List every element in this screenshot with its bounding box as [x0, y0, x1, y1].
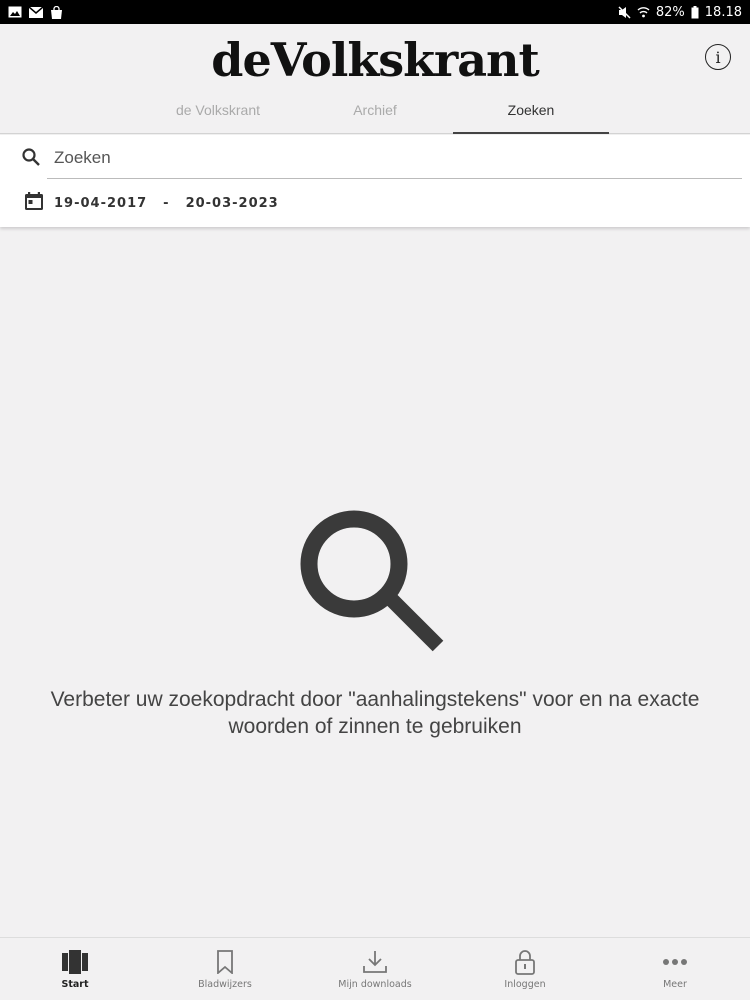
battery-icon	[691, 5, 699, 19]
nav-label-bladwijzers: Bladwijzers	[198, 979, 252, 990]
nav-label-mijn-downloads: Mijn downloads	[338, 979, 412, 990]
tab-zoeken[interactable]: Zoeken	[453, 98, 609, 134]
brand-logo: deVolkskrant	[211, 33, 539, 87]
calendar-icon	[24, 191, 44, 215]
tab-bar: de Volkskrant Archief Zoeken	[0, 98, 750, 134]
search-input[interactable]	[47, 137, 742, 179]
nav-label-meer: Meer	[663, 979, 687, 990]
date-to[interactable]: 20-03-2023	[186, 196, 279, 211]
status-bar-right: 82% 18.18	[618, 5, 742, 20]
nav-label-inloggen: Inloggen	[504, 979, 546, 990]
mute-icon	[618, 5, 631, 19]
status-bar: 82% 18.18	[0, 0, 750, 24]
battery-percent: 82%	[655, 4, 685, 20]
more-icon	[661, 948, 689, 976]
tab-archief[interactable]: Archief	[297, 98, 453, 134]
nav-label-start: Start	[61, 979, 89, 990]
download-icon	[361, 948, 389, 976]
bottom-navigation: Start Bladwijzers Mijn downloads Inlogge…	[0, 937, 750, 1000]
nav-inloggen[interactable]: Inloggen	[450, 938, 600, 1000]
app-header: deVolkskrant i de Volkskrant Archief Zoe…	[0, 24, 750, 134]
lock-icon	[511, 948, 539, 976]
search-panel: 19-04-2017 - 20-03-2023	[0, 135, 750, 227]
nav-mijn-downloads[interactable]: Mijn downloads	[300, 938, 450, 1000]
magnifier-icon	[300, 510, 450, 660]
date-from[interactable]: 19-04-2017	[54, 196, 147, 211]
shopping-bag-icon	[50, 5, 63, 19]
tab-de-volkskrant[interactable]: de Volkskrant	[140, 98, 296, 134]
info-icon: i	[715, 47, 721, 67]
info-button[interactable]: i	[705, 44, 731, 70]
clock: 18.18	[704, 4, 742, 20]
search-hint-text: Verbeter uw zoekopdracht door "aanhaling…	[50, 688, 700, 738]
date-separator: -	[163, 195, 170, 211]
wifi-icon	[637, 6, 650, 18]
status-bar-left	[8, 5, 63, 19]
date-range[interactable]: 19-04-2017 - 20-03-2023	[24, 191, 279, 215]
mail-icon	[29, 6, 43, 18]
newspaper-icon	[61, 948, 89, 976]
search-icon	[21, 147, 41, 167]
nav-meer[interactable]: Meer	[600, 938, 750, 1000]
nav-bladwijzers[interactable]: Bladwijzers	[150, 938, 300, 1000]
bookmark-icon	[211, 948, 239, 976]
image-icon	[8, 6, 22, 18]
nav-start[interactable]: Start	[0, 938, 150, 1000]
